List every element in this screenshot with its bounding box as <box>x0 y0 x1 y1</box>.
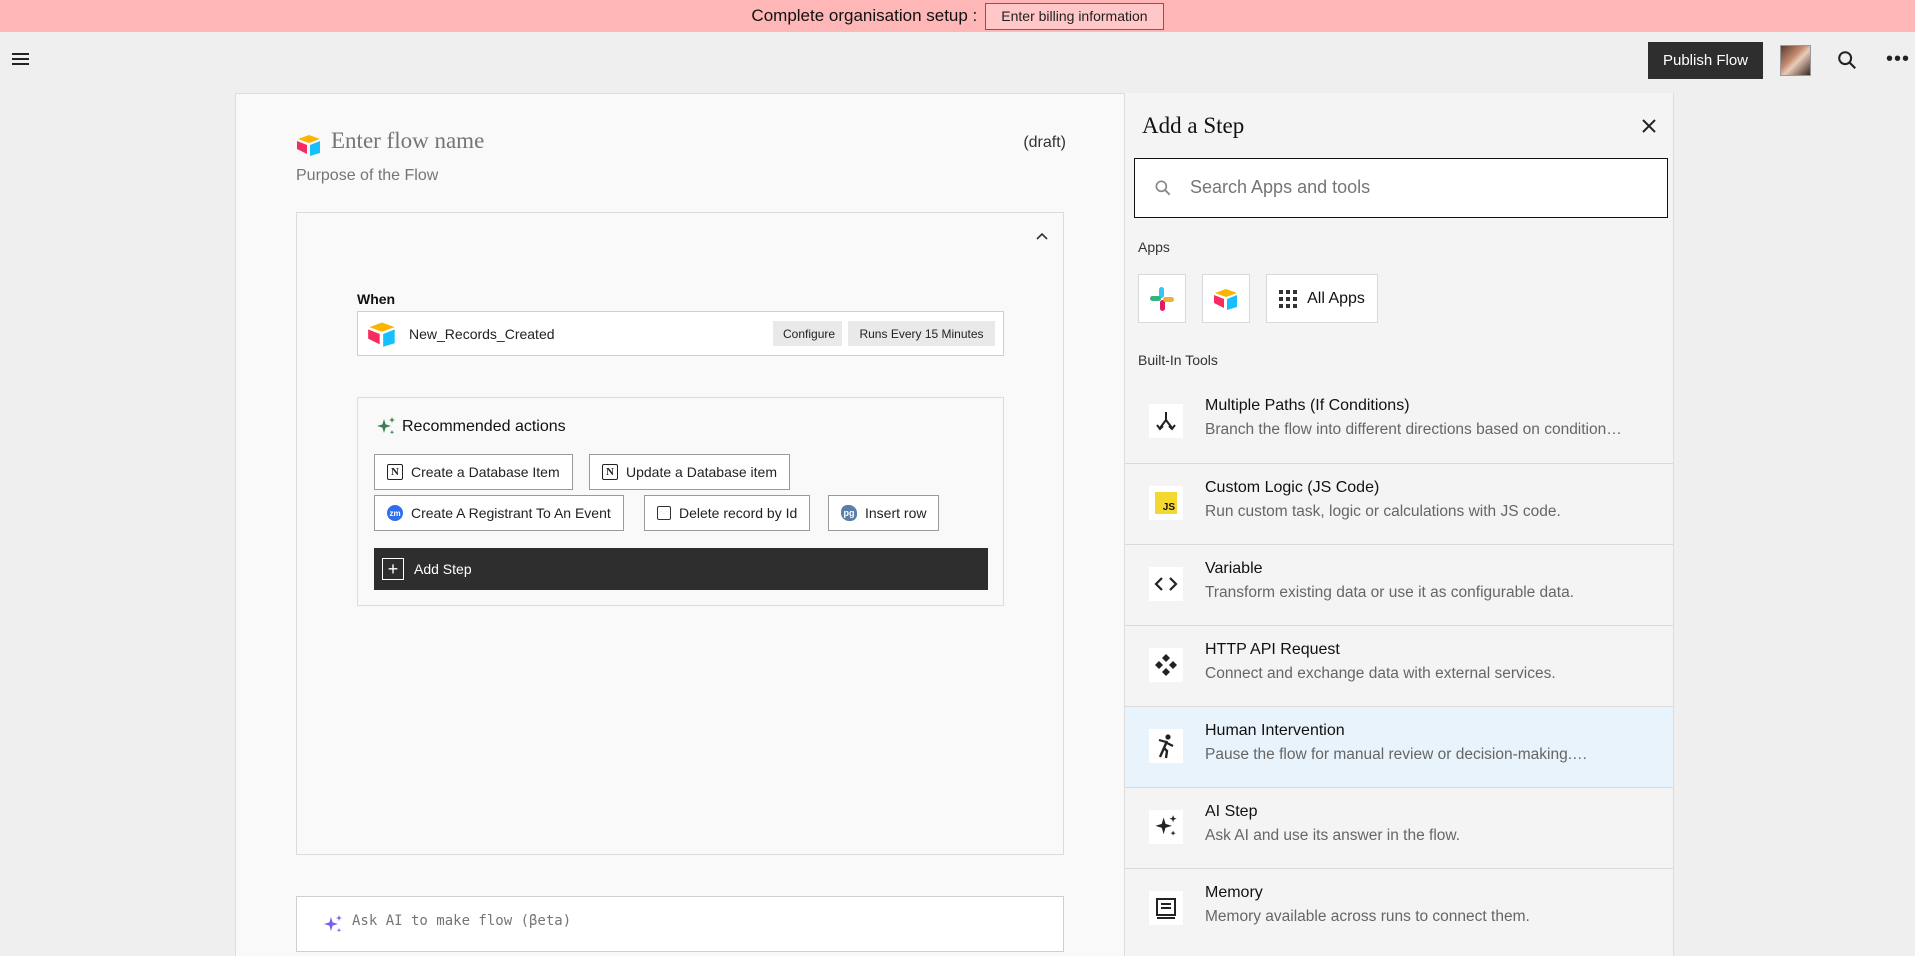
top-header: Publish Flow ••• <box>0 32 1915 90</box>
action-insert-row[interactable]: pg Insert row <box>828 495 940 531</box>
all-apps-label: All Apps <box>1307 289 1365 307</box>
setup-banner: Complete organisation setup : Enter bill… <box>0 0 1915 32</box>
add-step-button[interactable]: + Add Step <box>374 548 988 590</box>
tool-memory[interactable]: Memory Memory available across runs to c… <box>1125 868 1673 949</box>
action-label: Update a Database item <box>626 464 777 480</box>
slack-icon <box>1150 286 1174 311</box>
action-delete-record[interactable]: Delete record by Id <box>644 495 811 531</box>
tool-desc: Transform existing data or use it as con… <box>1205 584 1575 601</box>
user-avatar[interactable] <box>1780 45 1811 76</box>
app-slack[interactable] <box>1138 274 1186 323</box>
enter-billing-button[interactable]: Enter billing information <box>985 2 1164 30</box>
ask-ai-bar <box>296 896 1064 952</box>
memory-icon <box>1149 891 1183 925</box>
tool-desc: Pause the flow for manual review or deci… <box>1205 746 1588 763</box>
close-icon[interactable] <box>1640 117 1658 135</box>
action-label: Insert row <box>865 505 927 521</box>
recommended-actions-panel: Recommended actions N Create a Database … <box>357 397 1004 606</box>
builtin-tools-label: Built-In Tools <box>1138 352 1218 368</box>
notion-icon: N <box>387 464 403 480</box>
publish-flow-button[interactable]: Publish Flow <box>1648 42 1763 79</box>
airtable-logo-icon <box>1214 288 1237 310</box>
flow-canvas: (draft) When New_Records_Created Configu… <box>235 93 1125 956</box>
action-create-database-item[interactable]: N Create a Database Item <box>374 454 573 490</box>
tool-desc: Branch the flow into different direction… <box>1205 421 1622 438</box>
tool-human-intervention[interactable]: Human Intervention Pause the flow for ma… <box>1125 706 1673 787</box>
chevron-up-icon[interactable] <box>1035 231 1049 241</box>
apps-section-label: Apps <box>1138 239 1170 255</box>
action-label: Create A Registrant To An Event <box>411 505 611 521</box>
postgres-icon: pg <box>841 505 857 521</box>
search-apps-box <box>1134 158 1668 218</box>
tool-name: AI Step <box>1205 803 1258 820</box>
code-brackets-icon <box>1149 567 1183 601</box>
schedule-button[interactable]: Runs Every 15 Minutes <box>848 321 995 346</box>
tool-variable[interactable]: Variable Transform existing data or use … <box>1125 544 1673 625</box>
action-create-registrant[interactable]: zm Create A Registrant To An Event <box>374 495 624 531</box>
search-icon <box>1155 180 1171 196</box>
delete-record-icon <box>657 506 671 520</box>
api-icon <box>1149 648 1183 682</box>
zoom-icon: zm <box>387 505 403 521</box>
more-options-icon[interactable]: ••• <box>1886 49 1910 69</box>
grid-icon <box>1279 289 1298 308</box>
app-airtable[interactable] <box>1202 274 1250 323</box>
tool-desc: Run custom task, logic or calculations w… <box>1205 503 1561 520</box>
action-label: Create a Database Item <box>411 464 560 480</box>
tool-desc: Memory available across runs to connect … <box>1205 908 1530 925</box>
notion-icon: N <box>602 464 618 480</box>
airtable-logo-icon <box>297 135 320 156</box>
tool-multiple-paths[interactable]: Multiple Paths (If Conditions) Branch th… <box>1125 382 1673 463</box>
add-step-panel: Add a Step Apps <box>1124 93 1674 956</box>
tool-custom-logic[interactable]: JS Custom Logic (JS Code) Run custom tas… <box>1125 463 1673 544</box>
flow-purpose-input[interactable] <box>296 167 596 185</box>
sparkle-icon <box>324 915 342 933</box>
tool-name: Variable <box>1205 560 1263 577</box>
flow-name-input[interactable] <box>331 128 711 154</box>
sparkle-icon <box>1149 810 1183 844</box>
action-label: Delete record by Id <box>679 505 798 521</box>
action-update-database-item[interactable]: N Update a Database item <box>589 454 790 490</box>
tool-desc: Connect and exchange data with external … <box>1205 665 1556 682</box>
all-apps-button[interactable]: All Apps <box>1266 274 1378 323</box>
tool-name: HTTP API Request <box>1205 641 1340 658</box>
js-icon: JS <box>1149 486 1183 520</box>
plus-icon: + <box>382 558 404 580</box>
add-step-label: Add Step <box>414 561 472 577</box>
configure-button[interactable]: Configure <box>773 321 842 346</box>
airtable-logo-icon <box>368 322 395 347</box>
banner-text: Complete organisation setup : <box>751 6 978 25</box>
tool-name: Human Intervention <box>1205 722 1345 739</box>
tool-ai-step[interactable]: AI Step Ask AI and use its answer in the… <box>1125 787 1673 868</box>
human-icon <box>1149 729 1183 763</box>
branch-icon <box>1149 404 1183 438</box>
when-label: When <box>357 291 396 307</box>
sparkle-icon <box>377 417 395 435</box>
draft-status: (draft) <box>1023 134 1066 151</box>
tool-desc: Ask AI and use its answer in the flow. <box>1205 827 1461 844</box>
tool-http-api[interactable]: HTTP API Request Connect and exchange da… <box>1125 625 1673 706</box>
panel-title: Add a Step <box>1142 113 1245 138</box>
hamburger-menu-icon[interactable] <box>12 53 29 67</box>
trigger-name: New_Records_Created <box>409 326 555 342</box>
search-icon[interactable] <box>1836 49 1858 71</box>
ask-ai-input[interactable] <box>352 913 952 929</box>
tool-name: Custom Logic (JS Code) <box>1205 479 1380 496</box>
recommended-actions-title: Recommended actions <box>402 418 566 435</box>
search-apps-input[interactable] <box>1190 177 1640 198</box>
flow-steps-container: When New_Records_Created Configure Runs … <box>296 212 1064 855</box>
trigger-step[interactable]: New_Records_Created Configure Runs Every… <box>357 311 1004 356</box>
tool-name: Memory <box>1205 884 1263 901</box>
tool-name: Multiple Paths (If Conditions) <box>1205 397 1410 414</box>
